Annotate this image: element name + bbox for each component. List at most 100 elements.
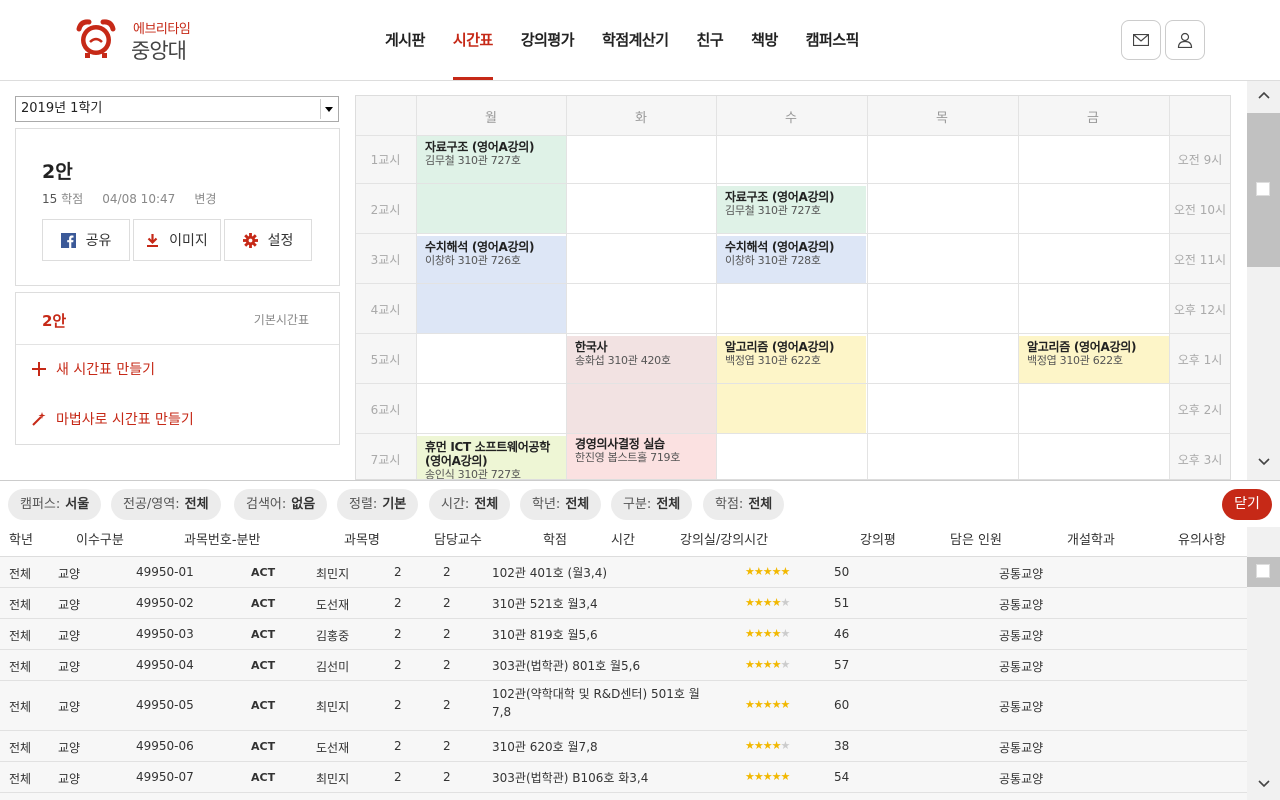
grid-line bbox=[867, 95, 868, 480]
course-list: 전체 교양 49950-01 ACT 최민지 2 2 50 공통교양 102관 401호 (월3,… bbox=[0, 557, 1247, 800]
grid-line bbox=[355, 283, 1231, 284]
new-timetable-button[interactable]: 새 시간표 만들기 bbox=[32, 359, 155, 379]
facebook-icon bbox=[60, 232, 76, 248]
filter-keyword[interactable]: 검색어: 없음 bbox=[234, 489, 328, 520]
table-row[interactable]: 전체 교양 49950-04 ACT 김선미 2 2 57 공통교양 303관(법학관) 801호… bbox=[0, 650, 1247, 681]
credit-unit: 학점 bbox=[61, 192, 84, 206]
course-block[interactable]: 자료구조 (영어A강의) 김무철 310관 727호 bbox=[417, 136, 566, 233]
scroll-down-icon[interactable] bbox=[1247, 776, 1280, 792]
scroll-up-icon[interactable] bbox=[1247, 87, 1280, 103]
col-header-dept[interactable]: 개설학과 bbox=[1067, 529, 1115, 548]
star-icon: ★ bbox=[771, 770, 782, 783]
school-name[interactable]: 중앙대 bbox=[131, 35, 187, 65]
nav-bookstore[interactable]: 책방 bbox=[737, 0, 792, 80]
cell-hours: 2 bbox=[443, 565, 451, 579]
course-block[interactable]: 휴먼 ICT 소프트웨어공학 (영어A강의) 송인식 310관 727호 bbox=[417, 436, 566, 480]
alarm-clock-logo-icon[interactable] bbox=[75, 17, 117, 59]
course-block[interactable]: 알고리즘 (영어A강의) 백정엽 310관 622호 bbox=[1019, 336, 1169, 383]
nav-friends[interactable]: 친구 bbox=[683, 0, 738, 80]
grid-line bbox=[566, 95, 567, 480]
top-header: 에브리타임 중앙대 게시판 시간표 강의평가 학점계산기 친구 책방 캠퍼스픽 bbox=[0, 0, 1280, 81]
cell-code: 49950-07 bbox=[136, 770, 194, 784]
col-header-room[interactable]: 강의실/강의시간 bbox=[680, 529, 768, 548]
cell-code: 49950-04 bbox=[136, 658, 194, 672]
table-row[interactable]: 전체 교양 49950-05 ACT 최민지 2 2 60 공통교양 102관(약학대학 및 R&… bbox=[0, 681, 1247, 731]
message-button[interactable] bbox=[1121, 20, 1161, 60]
nav-board[interactable]: 게시판 bbox=[371, 0, 439, 80]
course-block[interactable]: 수치해석 (영어A강의) 이창하 310관 728호 bbox=[717, 236, 866, 283]
nav-campuspick[interactable]: 캠퍼스픽 bbox=[792, 0, 873, 80]
filter-credit[interactable]: 학점: 전체 bbox=[703, 489, 785, 520]
rating-stars: ★★★★★ bbox=[745, 596, 790, 609]
table-row[interactable]: 전체 교양 49950-06 ACT 도선재 2 2 38 공통교양 310관 620호 월7,8… bbox=[0, 731, 1247, 762]
star-icon: ★ bbox=[753, 596, 764, 609]
period-label: 7교시 bbox=[370, 453, 401, 467]
col-header-rating[interactable]: 강의평 bbox=[860, 529, 896, 548]
cell-grade: 전체 bbox=[9, 598, 32, 612]
new-timetable-label: 새 시간표 만들기 bbox=[56, 362, 156, 378]
star-icon: ★ bbox=[762, 565, 773, 578]
course-block[interactable]: 경영의사결정 실습 한진영 봅스트홀 719호 bbox=[567, 433, 716, 480]
timetable-scrollbar[interactable] bbox=[1247, 81, 1280, 480]
cell-dept: 공통교양 bbox=[999, 567, 1044, 581]
cell-type: 교양 bbox=[58, 629, 81, 643]
filter-sort[interactable]: 정렬: 기본 bbox=[337, 489, 419, 520]
table-row[interactable]: 전체 교양 49950-02 ACT 도선재 2 2 51 공통교양 310관 521호 월3,4… bbox=[0, 588, 1247, 619]
col-header-code[interactable]: 과목번호-분반 bbox=[184, 529, 260, 548]
cell-type: 교양 bbox=[58, 700, 81, 714]
filter-major[interactable]: 전공/영역: 전체 bbox=[111, 489, 221, 520]
share-button[interactable]: 공유 bbox=[42, 219, 130, 261]
settings-button[interactable]: 설정 bbox=[224, 219, 312, 261]
timetable-list-card: 2안 기본시간표 새 시간표 만들기 마법사로 시간표 만들기 bbox=[15, 292, 340, 445]
course-info: 송인식 310관 727호 bbox=[425, 468, 521, 480]
table-row[interactable]: 전체 교양 49950-03 ACT 김홍중 2 2 46 공통교양 310관 819호 월5,6… bbox=[0, 619, 1247, 650]
close-button[interactable]: 닫기 bbox=[1222, 489, 1272, 520]
star-icon: ★ bbox=[745, 770, 755, 783]
cell-room: 310관 620호 월7,8 bbox=[492, 740, 598, 754]
col-header-professor[interactable]: 담당교수 bbox=[434, 529, 482, 548]
course-block[interactable]: 알고리즘 (영어A강의) 백정엽 310관 622호 bbox=[717, 336, 866, 433]
star-icon: ★ bbox=[753, 627, 764, 640]
filter-type[interactable]: 구분: 전체 bbox=[611, 489, 693, 520]
chip-value: 전체 bbox=[184, 497, 209, 512]
cell-professor: 최민지 bbox=[316, 567, 350, 581]
star-icon: ★ bbox=[762, 698, 773, 711]
table-row[interactable]: 전체 교양 49950-07 ACT 최민지 2 2 54 공통교양 303관(법학관) B106… bbox=[0, 762, 1247, 793]
col-header-notes[interactable]: 유의사항 bbox=[1178, 529, 1226, 548]
table-row[interactable]: 전체 교양 49950-01 ACT 최민지 2 2 50 공통교양 102관 401호 (월3,… bbox=[0, 557, 1247, 588]
cell-course-name: ACT bbox=[251, 771, 276, 784]
my-account-button[interactable] bbox=[1165, 20, 1205, 60]
star-icon: ★ bbox=[780, 658, 791, 671]
course-block[interactable]: 자료구조 (영어A강의) 김무철 310관 727호 bbox=[717, 186, 866, 233]
scroll-thumb[interactable] bbox=[1247, 113, 1280, 267]
nav-gpa-calculator[interactable]: 학점계산기 bbox=[588, 0, 683, 80]
scroll-down-icon[interactable] bbox=[1247, 454, 1280, 470]
cell-professor: 김홍중 bbox=[316, 629, 350, 643]
col-header-time[interactable]: 시간 bbox=[611, 529, 635, 548]
current-plan-row[interactable]: 2안 기본시간표 bbox=[16, 293, 339, 345]
course-name: 알고리즘 (영어A강의) bbox=[725, 340, 835, 354]
col-header-grade[interactable]: 학년 bbox=[9, 529, 33, 548]
nav-timetable[interactable]: 시간표 bbox=[439, 0, 507, 80]
grid-line bbox=[355, 383, 1231, 384]
course-info: 백정엽 310관 622호 bbox=[725, 354, 821, 367]
plan-title: 2안 bbox=[42, 161, 73, 183]
nav-lecture-review[interactable]: 강의평가 bbox=[507, 0, 588, 80]
day-header-wed: 수 bbox=[785, 111, 797, 126]
course-block[interactable]: 수치해석 (영어A강의) 이창하 310관 726호 bbox=[417, 236, 566, 333]
wizard-timetable-button[interactable]: 마법사로 시간표 만들기 bbox=[32, 409, 194, 429]
course-info: 이창하 310관 728호 bbox=[725, 254, 821, 267]
scroll-thumb[interactable] bbox=[1247, 557, 1280, 587]
course-list-scrollbar[interactable] bbox=[1247, 527, 1280, 800]
semester-select[interactable]: 2019년 1학기 bbox=[15, 96, 339, 122]
grid-line bbox=[355, 433, 1231, 434]
col-header-credit[interactable]: 학점 bbox=[543, 529, 567, 548]
filter-time[interactable]: 시간: 전체 bbox=[429, 489, 511, 520]
col-header-name[interactable]: 과목명 bbox=[344, 529, 380, 548]
filter-campus[interactable]: 캠퍼스: 서울 bbox=[8, 489, 102, 520]
col-header-count[interactable]: 담은 인원 bbox=[950, 529, 1002, 548]
col-header-type[interactable]: 이수구분 bbox=[76, 529, 124, 548]
day-header-thu: 목 bbox=[936, 111, 948, 126]
save-image-button[interactable]: 이미지 bbox=[133, 219, 221, 261]
filter-grade[interactable]: 학년: 전체 bbox=[520, 489, 602, 520]
